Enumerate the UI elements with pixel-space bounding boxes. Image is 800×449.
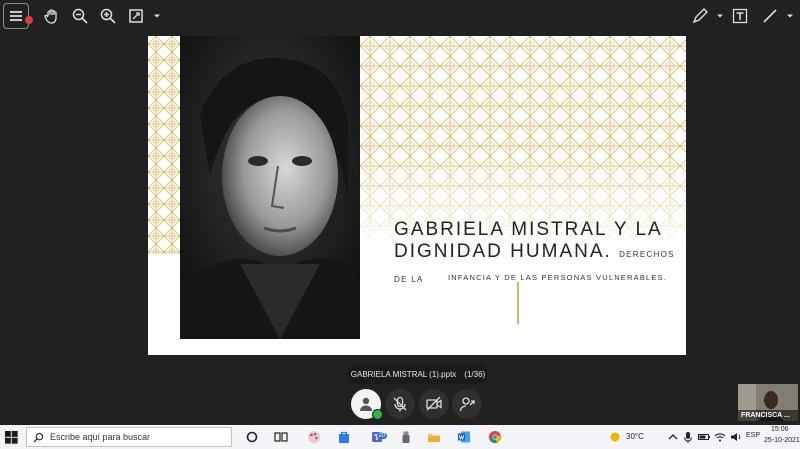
presentation-slide: GABRIELA MISTRAL Y LA DIGNIDAD HUMANA. D… xyxy=(148,36,686,355)
mute-mic-button[interactable] xyxy=(385,389,415,419)
page-indicator: (1/36) xyxy=(464,369,486,379)
taskbar-app-store[interactable] xyxy=(335,428,353,446)
paint-palette-icon xyxy=(308,431,320,443)
usb-drive-icon xyxy=(402,431,410,443)
share-person-icon xyxy=(459,397,475,412)
folder-icon xyxy=(428,434,440,442)
taskbar-search-box[interactable]: Escribe aquí para buscar xyxy=(26,427,232,447)
microphone-icon xyxy=(684,432,692,443)
taskbar-app-word[interactable] xyxy=(455,428,473,446)
participant-name: FRANCISCA ... xyxy=(738,410,798,421)
zoom-out-icon xyxy=(72,8,88,24)
windows-taskbar: Escribe aquí para buscar 20 30°C ESP 15:… xyxy=(0,425,800,449)
menu-icon xyxy=(10,11,22,21)
line-icon xyxy=(763,9,777,23)
taskbar-app-chrome[interactable] xyxy=(486,428,504,446)
pen-icon xyxy=(692,8,708,24)
recording-indicator xyxy=(25,16,33,24)
zoom-out-button[interactable] xyxy=(68,4,92,28)
clock-time[interactable]: 15:06 xyxy=(771,426,789,433)
chevron-down-icon[interactable] xyxy=(786,12,794,20)
viewer-toolbar xyxy=(0,0,800,34)
start-button[interactable] xyxy=(2,428,20,446)
search-icon xyxy=(33,432,44,443)
wifi-icon xyxy=(714,433,726,442)
notification-count-badge: 20 xyxy=(377,433,387,439)
decorative-pattern xyxy=(148,36,180,254)
pen-tool-button[interactable] xyxy=(688,4,712,28)
task-view-icon xyxy=(274,432,288,442)
taskbar-app-usb[interactable] xyxy=(397,428,415,446)
camera-off-icon xyxy=(426,396,442,411)
windows-logo-icon xyxy=(4,430,18,444)
menu-button[interactable] xyxy=(3,3,29,29)
taskbar-app-paint[interactable] xyxy=(305,428,323,446)
self-avatar-button[interactable] xyxy=(351,389,383,420)
mic-off-icon xyxy=(393,396,407,412)
search-placeholder: Escribe aquí para buscar xyxy=(50,432,151,442)
chrome-icon xyxy=(489,431,502,444)
camera-off-button[interactable] xyxy=(419,389,449,419)
status-available-badge xyxy=(372,409,383,420)
text-box-icon xyxy=(732,8,748,24)
portrait-photo xyxy=(180,36,360,339)
sun-icon xyxy=(610,432,620,442)
chevron-down-icon[interactable] xyxy=(153,12,161,20)
cortana-icon xyxy=(246,431,258,443)
clock-date[interactable]: 25-10-2021 xyxy=(764,437,800,444)
line-tool-button[interactable] xyxy=(758,4,782,28)
chevron-down-icon[interactable] xyxy=(716,12,724,20)
word-icon xyxy=(458,431,470,443)
battery-icon xyxy=(698,434,710,440)
file-name: GABRIELA MISTRAL (1).pptx xyxy=(350,369,457,379)
store-icon xyxy=(339,431,349,443)
fit-page-button[interactable] xyxy=(124,4,148,28)
fit-page-icon xyxy=(129,9,143,23)
input-language[interactable]: ESP xyxy=(746,432,760,439)
pan-tool-button[interactable] xyxy=(40,4,64,28)
taskbar-app-teams[interactable]: 20 xyxy=(369,428,387,446)
cortana-button[interactable] xyxy=(243,428,261,446)
zoom-in-icon xyxy=(100,8,116,24)
decorative-pattern xyxy=(360,36,686,246)
text-box-button[interactable] xyxy=(728,4,752,28)
chevron-up-icon xyxy=(668,434,678,440)
taskbar-app-file-explorer[interactable] xyxy=(425,428,443,446)
file-caption: GABRIELA MISTRAL (1).pptx (1/36) xyxy=(348,364,488,384)
tray-volume[interactable] xyxy=(727,428,745,446)
share-button[interactable] xyxy=(452,389,482,419)
accent-line xyxy=(517,282,519,324)
slide-subtitle: INFANCIA Y DE LAS PERSONAS VULNERABLES. xyxy=(448,273,668,282)
speaker-icon xyxy=(731,433,741,441)
task-view-button[interactable] xyxy=(272,428,290,446)
zoom-in-button[interactable] xyxy=(96,4,120,28)
weather-button[interactable] xyxy=(606,428,624,446)
participant-video-thumbnail[interactable]: FRANCISCA ... xyxy=(738,384,798,421)
hand-icon xyxy=(44,9,57,24)
weather-temperature: 30°C xyxy=(626,432,644,441)
